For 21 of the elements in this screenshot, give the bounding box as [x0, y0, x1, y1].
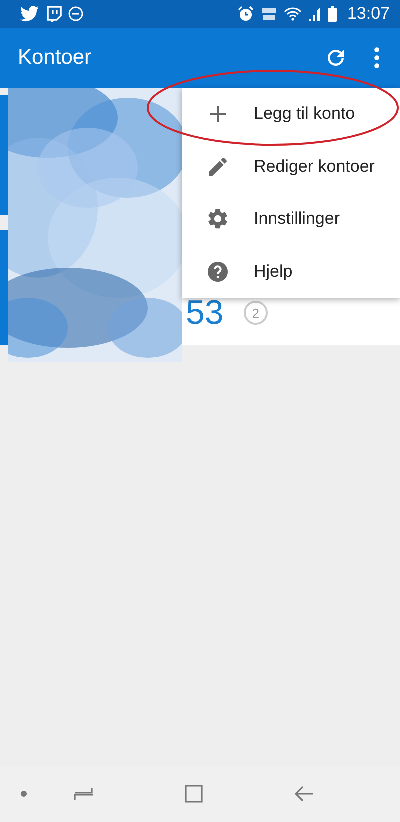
account-balance: 53: [186, 295, 224, 331]
alarm-icon: [238, 6, 254, 22]
help-icon: [206, 260, 230, 284]
menu-item[interactable]: Rediger kontoer: [182, 140, 400, 193]
count-badge: 2: [244, 301, 268, 325]
more-icon: [374, 47, 380, 69]
wifi-icon: [284, 6, 302, 22]
recent-apps-button[interactable]: [74, 787, 94, 801]
do-not-disturb-icon: [68, 6, 84, 22]
menu-item[interactable]: Hjelp: [182, 246, 400, 298]
bird-icon: [20, 6, 40, 22]
menu-item[interactable]: Innstillinger: [182, 193, 400, 246]
clock-time: 13:07: [347, 4, 390, 24]
signal-icon: [308, 6, 322, 22]
battery-icon: [328, 6, 338, 22]
gear-icon: [206, 207, 230, 232]
chat-icon: [46, 6, 62, 22]
app-title: Kontoer: [18, 46, 93, 70]
dot-icon: [20, 790, 28, 798]
home-button[interactable]: [184, 784, 204, 804]
back-button[interactable]: [294, 785, 314, 803]
